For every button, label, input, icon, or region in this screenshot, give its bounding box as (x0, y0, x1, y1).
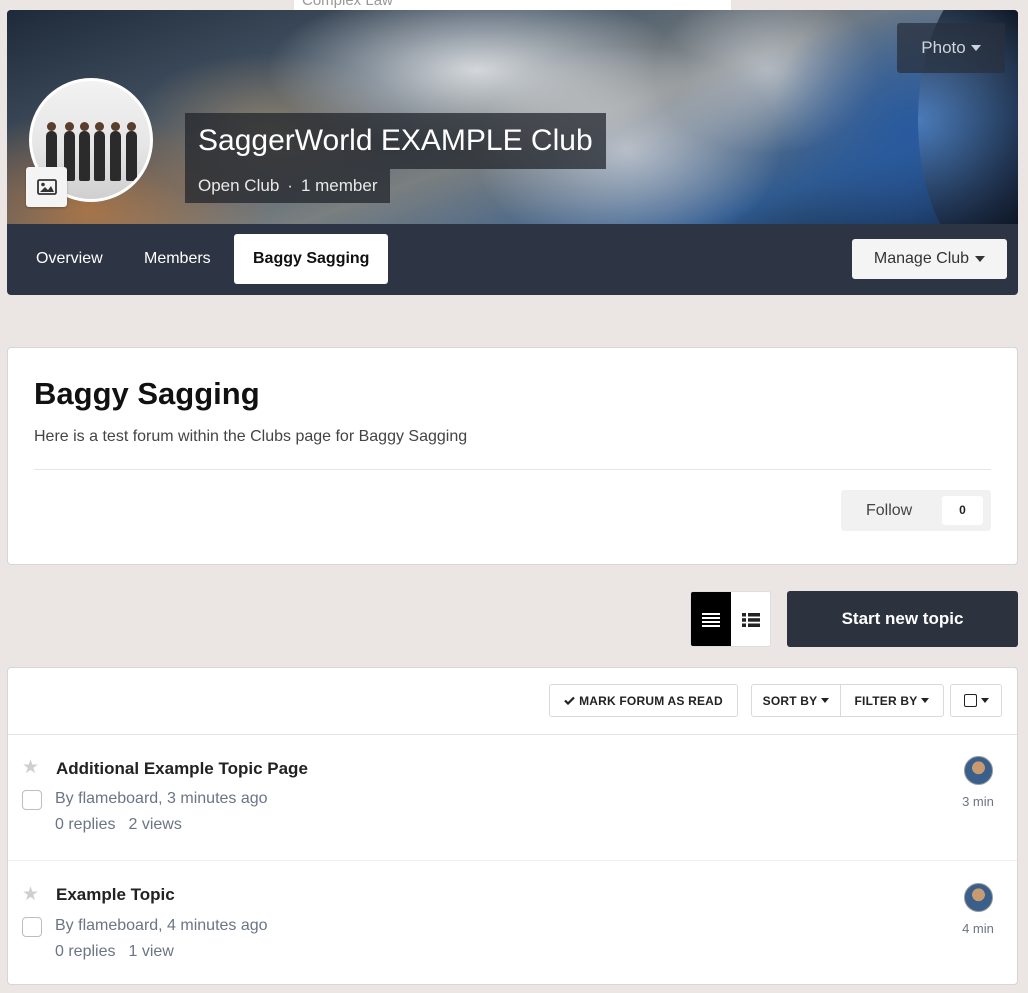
topic-row[interactable]: ★ Example Topic By flameboard, 4 minutes… (8, 860, 1017, 984)
table-view-icon (702, 613, 720, 627)
filter-by-button[interactable]: FILTER BY (840, 685, 944, 716)
club-meta: Open Club · 1 member (185, 169, 391, 203)
topic-stats: 0 replies 1 view (55, 943, 174, 961)
topic-title[interactable]: Additional Example Topic Page (56, 759, 308, 779)
change-avatar-button[interactable] (26, 167, 67, 207)
topic-author: By flameboard, 4 minutes ago (55, 917, 268, 934)
row-checkbox[interactable] (22, 917, 42, 937)
caret-down-icon (975, 256, 986, 262)
caret-down-icon (980, 698, 989, 703)
tab-baggy-sagging[interactable]: Baggy Sagging (234, 234, 389, 284)
last-post-time[interactable]: 3 min (948, 794, 1008, 809)
last-poster-avatar[interactable] (964, 756, 993, 785)
last-post-time[interactable]: 4 min (948, 921, 1008, 936)
topic-list: MARK FORUM AS READ SORT BY FILTER BY ★ A… (7, 667, 1018, 985)
avatar-figure (94, 122, 105, 181)
topic-author: By flameboard, 3 minutes ago (55, 790, 268, 807)
checkbox-icon (963, 694, 977, 707)
topic-stats: 0 replies 2 views (55, 816, 182, 834)
topic-title[interactable]: Example Topic (56, 885, 175, 905)
manage-club-button[interactable]: Manage Club (852, 239, 1007, 279)
select-all-menu-button[interactable] (950, 684, 1002, 717)
caret-down-icon (970, 45, 981, 51)
avatar-figure (79, 122, 90, 181)
forum-title: Baggy Sagging (34, 376, 260, 411)
background-tab-strip: Complex Law (294, 0, 731, 10)
view-count: 2 views (128, 816, 182, 833)
last-poster-avatar[interactable] (964, 883, 993, 912)
list-view-icon (742, 613, 760, 627)
photo-button-label: Photo (921, 38, 966, 57)
follow-button[interactable]: Follow 0 (841, 490, 991, 531)
caret-down-icon (921, 698, 930, 703)
divider (34, 469, 991, 470)
mark-forum-read-button[interactable]: MARK FORUM AS READ (549, 684, 738, 717)
follower-count: 0 (942, 496, 983, 525)
follow-label: Follow (866, 502, 913, 519)
background-tab-text: Complex Law (302, 0, 393, 9)
view-toggle (690, 591, 771, 647)
table-view-button[interactable] (691, 592, 731, 646)
avatar-figure (110, 122, 121, 181)
start-new-topic-button[interactable]: Start new topic (787, 591, 1018, 647)
filter-by-label: FILTER BY (854, 693, 918, 708)
tab-members[interactable]: Members (125, 234, 230, 284)
checkmark-icon (564, 696, 575, 705)
mark-forum-read-label: MARK FORUM AS READ (579, 693, 723, 708)
star-icon: ★ (22, 884, 40, 905)
club-type: Open Club (198, 176, 280, 195)
club-name: SaggerWorld EXAMPLE Club (185, 113, 606, 169)
topic-row[interactable]: ★ Additional Example Topic Page By flame… (8, 735, 1017, 861)
star-icon: ★ (22, 757, 40, 778)
avatar-figure (126, 122, 137, 181)
manage-club-label: Manage Club (873, 250, 970, 267)
sort-by-button[interactable]: SORT BY (752, 685, 840, 716)
caret-down-icon (821, 698, 830, 703)
sort-filter-group: SORT BY FILTER BY (751, 684, 944, 717)
cover-photo-button[interactable]: Photo (897, 23, 1005, 73)
image-icon (36, 179, 57, 195)
member-count[interactable]: 1 member (301, 176, 378, 195)
list-view-button[interactable] (731, 592, 770, 646)
view-count: 1 view (128, 943, 174, 960)
topic-toolbar: MARK FORUM AS READ SORT BY FILTER BY (8, 668, 1017, 735)
row-checkbox[interactable] (22, 790, 42, 810)
forum-description: Here is a test forum within the Clubs pa… (34, 428, 468, 445)
reply-count: 0 replies (55, 816, 116, 833)
meta-separator: · (287, 176, 293, 195)
forum-header-box: Baggy Sagging Here is a test forum withi… (7, 347, 1018, 565)
club-header: Photo SaggerWorld EXAMPLE Club Open Club… (7, 10, 1018, 295)
club-nav: Overview Members Baggy Sagging Manage Cl… (7, 224, 1018, 295)
reply-count: 0 replies (55, 943, 116, 960)
tab-overview[interactable]: Overview (17, 234, 122, 284)
sort-by-label: SORT BY (762, 693, 818, 708)
